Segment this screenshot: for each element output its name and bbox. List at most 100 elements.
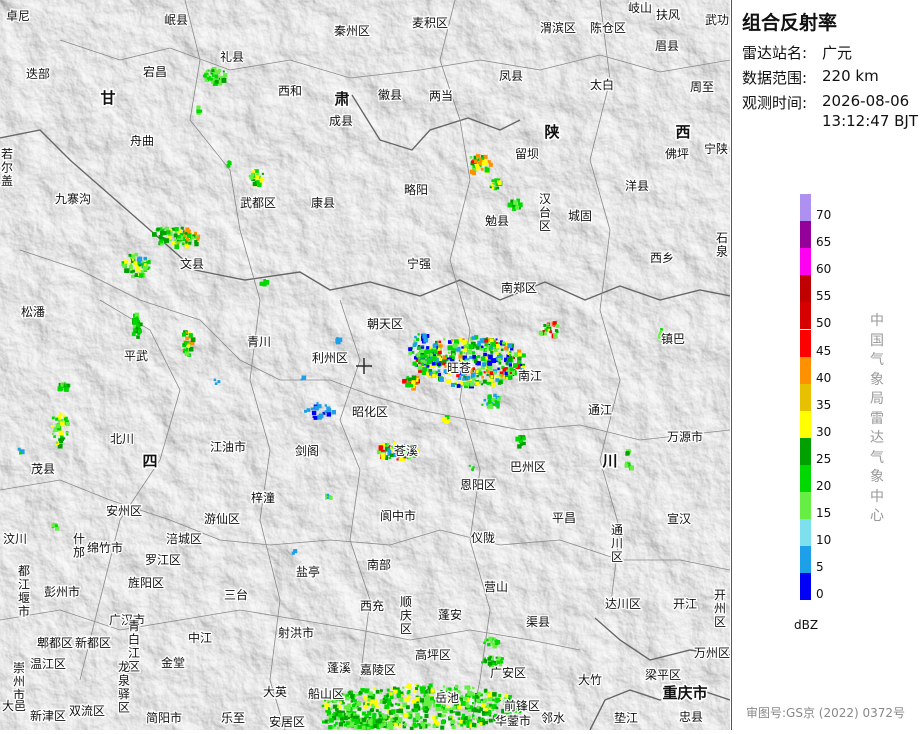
place-label: 高坪区 bbox=[415, 647, 451, 662]
legend-label-25: 25 bbox=[816, 451, 832, 466]
legend-label-30: 30 bbox=[816, 424, 832, 439]
legend-label-70: 70 bbox=[816, 208, 832, 222]
legend-swatch-25 bbox=[800, 437, 811, 465]
place-label: 州 bbox=[714, 602, 726, 616]
legend-label-40: 40 bbox=[816, 370, 832, 385]
place-label: 两当 bbox=[429, 89, 453, 103]
place-label: 邻水 bbox=[541, 711, 565, 725]
legend-label-55: 55 bbox=[816, 289, 832, 304]
place-label: 金堂 bbox=[161, 655, 185, 670]
legend-label-50: 50 bbox=[816, 316, 832, 331]
legend-unit: dBZ bbox=[794, 618, 819, 632]
place-label: 什 bbox=[73, 532, 85, 546]
place-label: 宁强 bbox=[407, 256, 431, 271]
place-label: 驿 bbox=[118, 687, 130, 701]
place-label: 蓬溪 bbox=[327, 661, 351, 675]
legend-swatch-5 bbox=[800, 546, 811, 574]
place-label: 广安区 bbox=[490, 665, 526, 680]
legend-swatch-15 bbox=[800, 492, 811, 520]
place-label: 简阳市 bbox=[146, 710, 182, 725]
place-label: 尔 bbox=[1, 160, 13, 175]
place-label: 庆 bbox=[400, 609, 412, 623]
place-label: 达川区 bbox=[605, 597, 641, 611]
place-label: 岷县 bbox=[164, 12, 188, 27]
product-title: 组合反射率 bbox=[742, 12, 838, 34]
place-label: 游仙区 bbox=[204, 512, 240, 526]
place-label: 开江 bbox=[673, 597, 697, 611]
place-label: 大邑 bbox=[2, 699, 26, 713]
place-label: 南郑区 bbox=[501, 280, 537, 295]
legend-label-60: 60 bbox=[816, 262, 832, 277]
place-label: 都 bbox=[18, 564, 30, 578]
place-label: 剑阁 bbox=[295, 443, 319, 458]
legend-swatch-60 bbox=[800, 248, 811, 276]
place-label: 川 bbox=[611, 537, 623, 551]
place-label: 扶风 bbox=[656, 7, 680, 22]
place-label: 乐至 bbox=[221, 711, 245, 725]
place-label: 州 bbox=[13, 675, 25, 689]
radar-map[interactable]: 卓尼 岷县 秦州区 麦积区 渭滨区 陈仓区 岐山 扶风 武功 迭部 宕昌 礼县 西和 徽县 两当 凤县 太白 眉县… bbox=[0, 0, 731, 732]
place-label: 万源市 bbox=[667, 429, 703, 444]
time-clock: 13:12:47 BJT bbox=[822, 112, 919, 130]
place-label: 利州区 bbox=[312, 351, 348, 365]
place-label: 旺苍 bbox=[447, 361, 471, 375]
place-label: 宁陕 bbox=[704, 141, 728, 156]
legend-label-0: 0 bbox=[816, 587, 824, 602]
place-label: 绵竹市 bbox=[87, 540, 123, 555]
place-label: 大竹 bbox=[578, 673, 602, 687]
legend-swatch-50 bbox=[800, 302, 811, 330]
place-label: 南部 bbox=[367, 557, 391, 572]
place-label: 舟曲 bbox=[130, 134, 154, 148]
map-approval-number: 审图号:GS京 (2022) 0372号 bbox=[746, 706, 906, 720]
region-label: 肃 bbox=[334, 90, 349, 108]
legend-swatch-35 bbox=[800, 383, 811, 411]
station-value: 广元 bbox=[822, 44, 853, 62]
place-label: 青川 bbox=[247, 335, 271, 349]
place-label: 岐山 bbox=[628, 1, 652, 15]
place-label: 蓬安 bbox=[438, 607, 462, 622]
place-label: 平武 bbox=[124, 349, 148, 363]
legend-label-65: 65 bbox=[816, 235, 832, 250]
legend-swatch-40 bbox=[800, 356, 811, 384]
place-label: 泉 bbox=[716, 245, 728, 259]
place-label: 旌阳区 bbox=[128, 576, 164, 590]
place-label: 白 bbox=[128, 632, 140, 647]
place-label: 镇巴 bbox=[661, 332, 685, 346]
place-label: 区 bbox=[118, 701, 130, 715]
station-label: 雷达站名: bbox=[742, 44, 808, 62]
place-label: 巴州区 bbox=[510, 460, 546, 474]
place-label: 区 bbox=[539, 219, 551, 233]
place-label: 中江 bbox=[188, 630, 212, 645]
legend-swatch-65 bbox=[800, 221, 811, 249]
place-label: 区 bbox=[400, 622, 412, 636]
legend-swatch-30 bbox=[800, 410, 811, 438]
place-label: 市 bbox=[18, 604, 30, 619]
place-label: 西乡 bbox=[650, 251, 674, 265]
place-label: 前锋区 bbox=[504, 698, 540, 713]
place-label: 区 bbox=[611, 550, 623, 564]
place-label: 双流区 bbox=[69, 704, 105, 718]
place-label: 武都区 bbox=[240, 196, 276, 210]
place-label: 太白 bbox=[590, 77, 614, 92]
place-label: 梁平区 bbox=[645, 667, 681, 682]
place-label: 文县 bbox=[180, 256, 204, 271]
place-label: 宕昌 bbox=[143, 64, 167, 79]
place-label: 新津区 bbox=[30, 708, 66, 723]
place-label: 略阳 bbox=[404, 182, 428, 197]
map-canvas[interactable]: 卓尼 岷县秦州区 麦积区 渭滨区 陈仓区岐山 扶风 武功迭部 宕昌 礼县西和 徽县 两当 凤县太白 眉县… bbox=[0, 0, 731, 732]
place-label: 安居区 bbox=[269, 714, 305, 729]
legend-label-45: 45 bbox=[816, 343, 832, 358]
place-label: 汶川 bbox=[3, 531, 27, 546]
place-label: 彭州市 bbox=[44, 584, 80, 599]
place-label: 江 bbox=[18, 578, 30, 592]
place-label: 周至 bbox=[690, 80, 714, 94]
place-label: 康县 bbox=[311, 195, 335, 210]
legend-label-5: 5 bbox=[816, 560, 824, 575]
place-label: 留坝 bbox=[515, 147, 539, 161]
place-label: 营山 bbox=[484, 580, 508, 594]
legend-label-10: 10 bbox=[816, 533, 832, 548]
region-label: 重庆市 bbox=[662, 684, 707, 702]
time-date: 2026-08-06 bbox=[822, 92, 910, 110]
place-label: 台 bbox=[539, 205, 551, 220]
place-label: 凤县 bbox=[499, 69, 523, 83]
